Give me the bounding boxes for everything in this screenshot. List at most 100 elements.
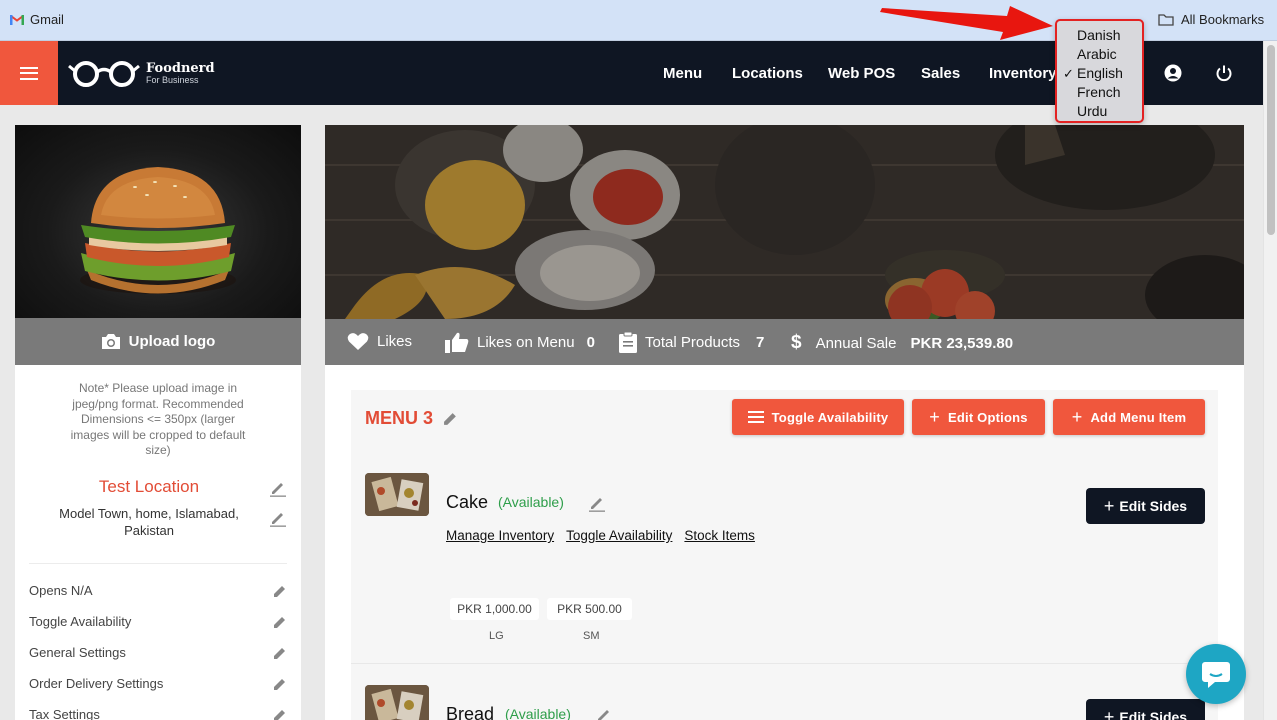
setting-tax-label: Tax Settings [29,707,100,720]
pencil-icon[interactable] [273,584,287,598]
upload-logo-label: Upload logo [128,333,216,350]
edit-sides-button[interactable]: + Edit Sides [1086,488,1205,524]
scrollbar-thumb[interactable] [1267,45,1275,235]
brand-logo[interactable]: Foodnerd For Business [68,59,215,87]
stock-items-link[interactable]: Stock Items [684,528,755,543]
stat-likes-on-menu: Likes on Menu 0 [445,332,595,353]
all-bookmarks[interactable]: All Bookmarks [1158,12,1264,27]
edit-options-button[interactable]: + Edit Options [912,399,1045,435]
menu-panel: MENU 3 Toggle Availability + Edit Option… [325,365,1244,720]
language-option-french[interactable]: French [1057,83,1142,102]
folder-icon [1158,14,1174,26]
item-prices: PKR 1,000.00 LG PKR 500.00 SM [446,598,646,648]
stats-bar: Likes Likes on Menu 0 Total Products 7 $… [325,319,1244,365]
setting-toggle-availability[interactable]: Toggle Availability [29,612,287,632]
upload-logo-button[interactable]: Upload logo [15,318,301,365]
list-icon [747,411,764,423]
language-option-label: Urdu [1077,103,1108,119]
price-tag: PKR 500.00 [547,598,632,620]
heart-icon [347,333,369,350]
item-links: Manage Inventory Toggle Availability Sto… [446,528,755,543]
edit-location-name-icon[interactable] [269,479,287,497]
page-scrollbar[interactable] [1263,41,1277,720]
gmail-icon [10,15,24,25]
plus-icon: + [1103,495,1115,516]
language-dropdown[interactable]: Danish Arabic ✓ English French Urdu [1055,19,1144,123]
nav-locations[interactable]: Locations [732,41,803,105]
language-option-urdu[interactable]: Urdu [1057,102,1142,121]
edit-item-icon[interactable] [588,494,606,512]
toggle-availability-link[interactable]: Toggle Availability [566,528,672,543]
location-logo-image [15,125,301,318]
annotation-arrow-icon [880,6,1053,40]
glasses-icon [68,61,140,87]
stat-annual-sale-value: PKR 23,539.80 [910,334,1014,352]
food-banner-image [325,125,1244,319]
location-sidebar: Upload logo Note* Please upload image in… [15,125,301,720]
language-option-label: French [1077,84,1121,100]
edit-location-address-icon[interactable] [269,509,287,527]
add-menu-item-button[interactable]: + Add Menu Item [1053,399,1205,435]
plus-icon: + [929,406,941,427]
pencil-icon[interactable] [273,646,287,660]
language-option-english[interactable]: ✓ English [1057,64,1142,83]
cover-banner-image [325,125,1244,319]
location-name: Test Location [98,477,200,496]
language-option-label: Arabic [1077,46,1117,62]
item-availability: (Available) [498,494,564,510]
plus-icon: + [1103,706,1115,720]
setting-opens[interactable]: Opens N/A [29,581,287,601]
edit-menu-title-icon[interactable] [443,411,458,426]
pencil-icon[interactable] [273,708,287,720]
stat-likes: Likes [347,332,412,351]
sidebar-divider [29,563,287,564]
size-label: SM [583,630,600,642]
setting-order-delivery[interactable]: Order Delivery Settings [29,674,287,694]
edit-sides-label: Edit Sides [1119,709,1188,720]
item-name: Cake [446,492,489,512]
language-option-label: Danish [1077,27,1121,43]
edit-options-label: Edit Options [948,409,1028,425]
setting-tax[interactable]: Tax Settings [29,705,287,720]
setting-general[interactable]: General Settings [29,643,287,663]
pencil-icon[interactable] [273,677,287,691]
setting-toggle-availability-label: Toggle Availability [29,614,132,629]
food-thumbnail-image [365,473,429,516]
price-tag: PKR 1,000.00 [450,598,539,620]
language-option-label: English [1077,65,1123,81]
hamburger-menu-button[interactable] [0,41,58,105]
menu-item: Cake (Available) Manage Inventory Toggle… [351,473,1218,663]
toggle-availability-button[interactable]: Toggle Availability [732,399,904,435]
stat-total-products: Total Products 7 [619,332,764,353]
power-logout-icon[interactable] [1215,64,1233,82]
brand-name: Foodnerd [146,60,215,76]
user-account-icon[interactable] [1164,64,1182,82]
chat-widget-button[interactable] [1186,644,1246,704]
setting-opens-label: Opens N/A [29,583,93,598]
language-option-danish[interactable]: Danish [1057,26,1142,45]
edit-sides-button[interactable]: + Edit Sides [1086,699,1205,720]
setting-order-delivery-label: Order Delivery Settings [29,676,164,691]
manage-inventory-link[interactable]: Manage Inventory [446,528,554,543]
stat-annual-sale: $ Annual Sale PKR 23,539.80 [791,332,1013,354]
bookmark-gmail[interactable]: Gmail [10,12,64,27]
toggle-availability-label: Toggle Availability [771,409,889,425]
thumbs-up-icon [445,332,469,353]
pencil-icon[interactable] [273,615,287,629]
stat-likes-on-menu-value: 0 [586,334,595,351]
item-availability: (Available) [505,706,571,720]
edit-item-icon[interactable] [595,706,613,720]
checkmark-icon: ✓ [1063,66,1074,81]
menu-title-text: MENU 3 [365,408,434,428]
item-thumbnail [365,473,429,516]
add-menu-item-label: Add Menu Item [1090,409,1187,425]
upload-note: Note* Please upload image in jpeg/png fo… [70,381,246,457]
nav-menu[interactable]: Menu [663,41,702,105]
menu-item: Bread (Available) + Edit Sides [351,685,1218,720]
stat-total-products-label: Total Products [645,334,741,351]
food-thumbnail-image [365,685,429,720]
burger-image [80,167,236,294]
language-option-arabic[interactable]: Arabic [1057,45,1142,64]
item-divider [351,663,1218,664]
menu-card: MENU 3 Toggle Availability + Edit Option… [351,390,1218,720]
